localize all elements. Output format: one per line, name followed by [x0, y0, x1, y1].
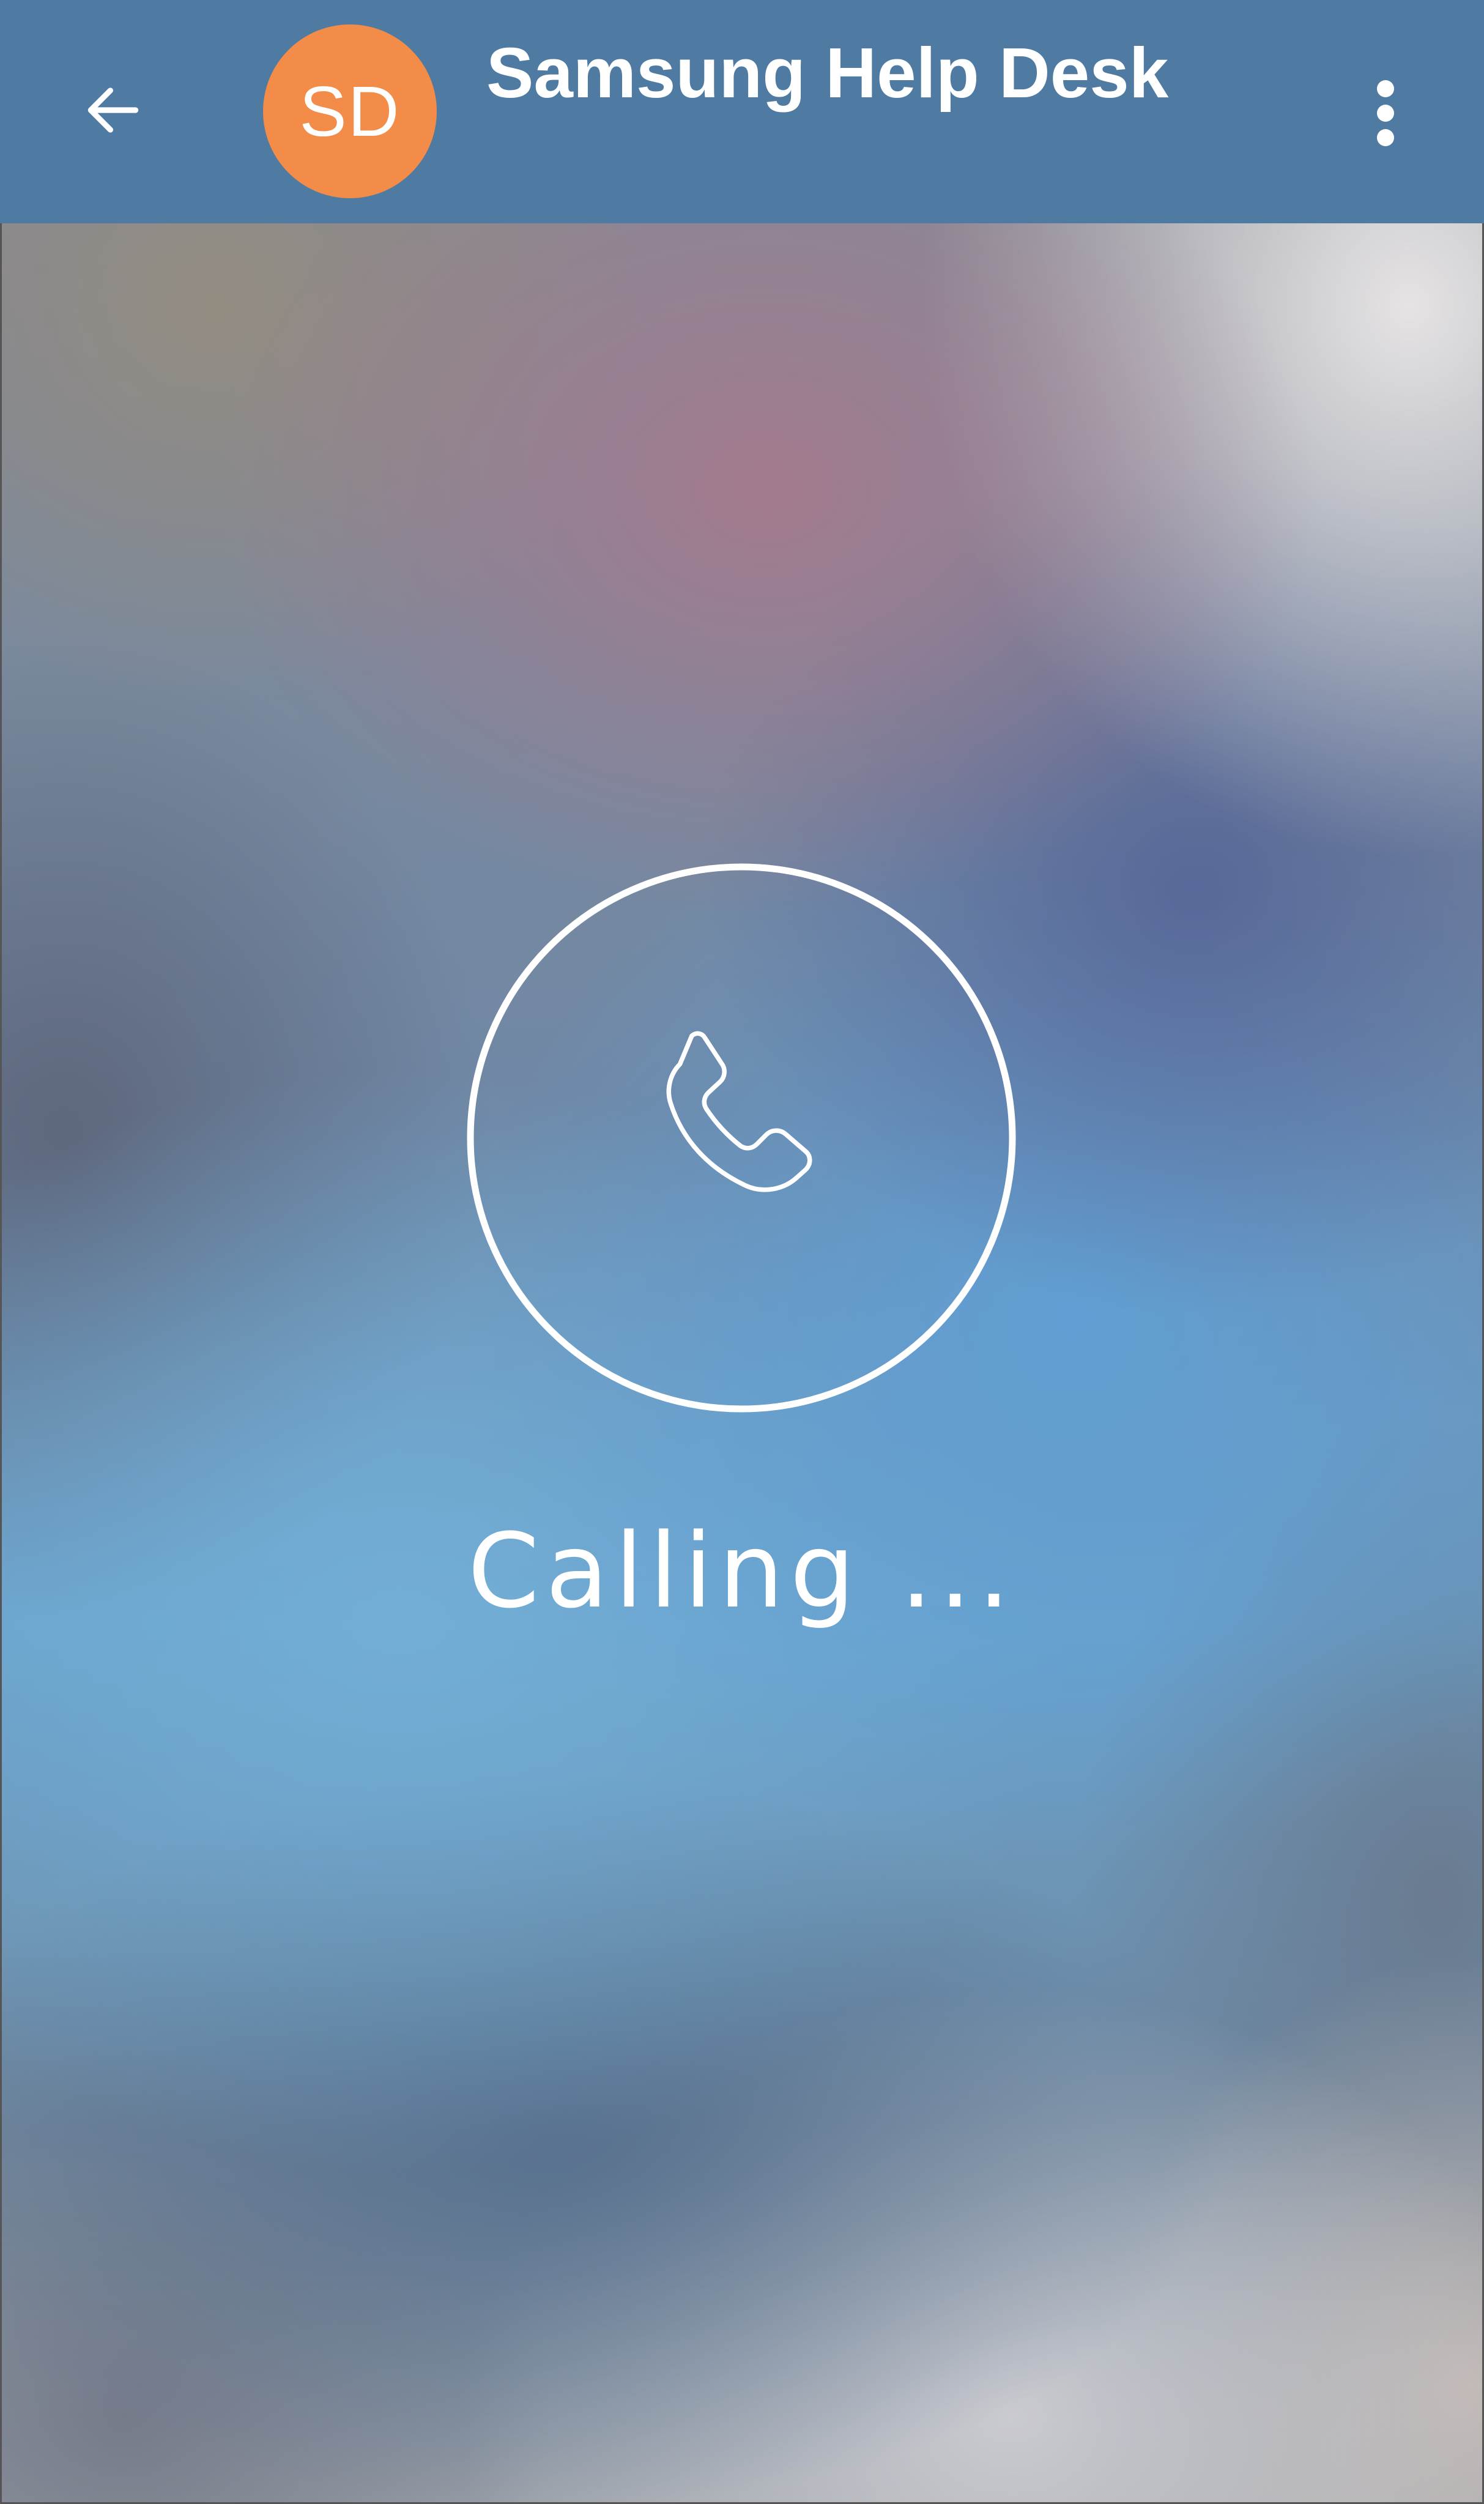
- call-screen: SD Samsung Help Desk Calling ...: [0, 0, 1484, 2504]
- page-title: Samsung Help Desk: [486, 33, 1169, 113]
- avatar-initials: SD: [299, 72, 401, 151]
- call-status: Calling ...: [467, 1511, 1017, 1631]
- avatar[interactable]: SD: [263, 24, 437, 198]
- more-vertical-icon: [1377, 80, 1394, 146]
- phone-icon: [666, 1031, 812, 1192]
- call-indicator: [466, 863, 1017, 1413]
- app-header: SD Samsung Help Desk: [0, 0, 1484, 223]
- more-options-button[interactable]: [1346, 67, 1425, 159]
- back-button[interactable]: [67, 64, 159, 156]
- call-circle-outline: [467, 863, 1016, 1413]
- arrow-back-icon: [87, 87, 139, 133]
